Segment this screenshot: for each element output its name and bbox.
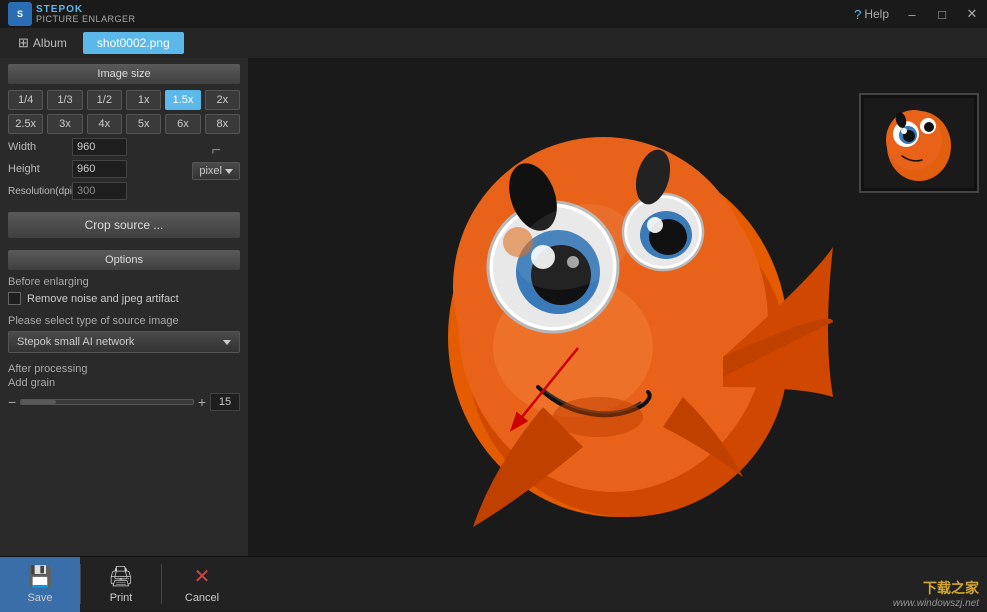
grain-slider[interactable] <box>20 399 194 405</box>
app-title-line1: STEPOK <box>36 4 136 15</box>
cancel-label: Cancel <box>185 592 219 604</box>
album-tab-label: Album <box>33 36 67 50</box>
watermark-brand: 下载之家 <box>893 578 979 598</box>
ai-network-label: Stepok small AI network <box>17 336 134 348</box>
source-type-label: Please select type of source image <box>8 315 240 327</box>
pixel-dropdown-arrow <box>225 169 233 174</box>
help-button[interactable]: ? Help <box>846 7 897 22</box>
image-area <box>248 58 987 556</box>
width-label: Width <box>8 141 68 153</box>
question-icon: ? <box>854 7 861 22</box>
scale-btn-3x[interactable]: 3x <box>47 114 82 134</box>
print-button[interactable]: 🖨 Print <box>81 557 161 612</box>
titlebar: S STEPOK PICTURE ENLARGER ? Help – □ ✕ <box>0 0 987 28</box>
fish-image <box>343 58 893 556</box>
grain-value-input[interactable] <box>210 393 240 411</box>
cancel-button[interactable]: ✕ Cancel <box>162 557 242 612</box>
width-row: Width <box>8 138 186 156</box>
save-icon: 💾 <box>28 564 53 589</box>
noise-checkbox[interactable] <box>8 292 21 305</box>
album-grid-icon: ⊞ <box>18 35 29 51</box>
left-panel: Image size 1/4 1/3 1/2 1x 1.5x 2x 2.5x 3… <box>0 58 248 556</box>
main-area: ⊞ Album shot0002.png Image size 1/4 1/3 … <box>0 28 987 556</box>
resolution-input[interactable] <box>72 182 127 200</box>
file-tab-label: shot0002.png <box>97 36 170 50</box>
thumbnail-preview <box>859 93 979 193</box>
logo-icon: S <box>8 2 32 26</box>
scale-btn-1-5x[interactable]: 1.5x <box>165 90 200 110</box>
scale-btn-half[interactable]: 1/2 <box>87 90 122 110</box>
thumbnail-image <box>864 98 974 188</box>
resolution-row: Resolution(dpi) <box>8 182 186 200</box>
scale-btn-2-5x[interactable]: 2.5x <box>8 114 43 134</box>
height-row: Height <box>8 160 186 178</box>
scale-btn-quarter[interactable]: 1/4 <box>8 90 43 110</box>
save-button[interactable]: 💾 Save <box>0 557 80 612</box>
width-input[interactable] <box>72 138 127 156</box>
grain-label: Add grain <box>8 377 240 389</box>
link-icon: ⌐ <box>212 142 221 160</box>
print-label: Print <box>110 592 133 604</box>
scale-btn-4x[interactable]: 4x <box>87 114 122 134</box>
grain-plus-button[interactable]: + <box>198 394 206 410</box>
help-label: Help <box>864 7 889 21</box>
after-processing-label: After processing <box>8 363 240 375</box>
scale-row-2: 2.5x 3x 4x 5x 6x 8x <box>8 114 240 134</box>
grain-minus-button[interactable]: − <box>8 394 16 410</box>
height-label: Height <box>8 163 68 175</box>
ai-network-select[interactable]: Stepok small AI network <box>8 331 240 353</box>
noise-label: Remove noise and jpeg artifact <box>27 293 179 305</box>
ai-select-arrow <box>223 340 231 345</box>
minimize-button[interactable]: – <box>897 0 927 28</box>
options-header: Options <box>8 250 240 270</box>
watermark-area: 下载之家 www.windowszj.net <box>893 578 979 609</box>
noise-removal-row: Remove noise and jpeg artifact <box>8 292 240 305</box>
bottom-bar: 💾 Save 🖨 Print ✕ Cancel 下载之家 www.windows… <box>0 556 987 611</box>
title-controls: ? Help – □ ✕ <box>846 0 987 28</box>
close-button[interactable]: ✕ <box>957 0 987 28</box>
pixel-select[interactable]: pixel <box>192 162 240 180</box>
tabs-bar: ⊞ Album shot0002.png <box>0 28 987 58</box>
scale-btn-5x[interactable]: 5x <box>126 114 161 134</box>
options-section: Options Before enlarging Remove noise an… <box>0 244 248 556</box>
scale-btn-8x[interactable]: 8x <box>205 114 240 134</box>
image-size-header: Image size <box>8 64 240 84</box>
crop-source-button[interactable]: Crop source ... <box>8 212 240 238</box>
grain-row: − + <box>8 393 240 411</box>
save-label: Save <box>27 592 52 604</box>
logo-area: S STEPOK PICTURE ENLARGER <box>8 2 136 26</box>
cancel-icon: ✕ <box>194 564 211 589</box>
image-size-section: Image size 1/4 1/3 1/2 1x 1.5x 2x 2.5x 3… <box>0 58 248 244</box>
scale-row-1: 1/4 1/3 1/2 1x 1.5x 2x <box>8 90 240 110</box>
grain-slider-fill <box>21 400 55 404</box>
scale-btn-2x[interactable]: 2x <box>205 90 240 110</box>
height-input[interactable] <box>72 160 127 178</box>
scale-btn-1x[interactable]: 1x <box>126 90 161 110</box>
scale-btn-6x[interactable]: 6x <box>165 114 200 134</box>
tab-album[interactable]: ⊞ Album <box>8 31 77 55</box>
app-title-line2: PICTURE ENLARGER <box>36 15 136 25</box>
print-icon: 🖨 <box>108 564 133 589</box>
tab-file[interactable]: shot0002.png <box>83 32 184 54</box>
scale-btn-third[interactable]: 1/3 <box>47 90 82 110</box>
watermark-site: www.windowszj.net <box>893 598 979 609</box>
before-enlarging-label: Before enlarging <box>8 276 240 288</box>
maximize-button[interactable]: □ <box>927 0 957 28</box>
pixel-label: pixel <box>199 165 222 177</box>
resolution-label: Resolution(dpi) <box>8 186 68 197</box>
